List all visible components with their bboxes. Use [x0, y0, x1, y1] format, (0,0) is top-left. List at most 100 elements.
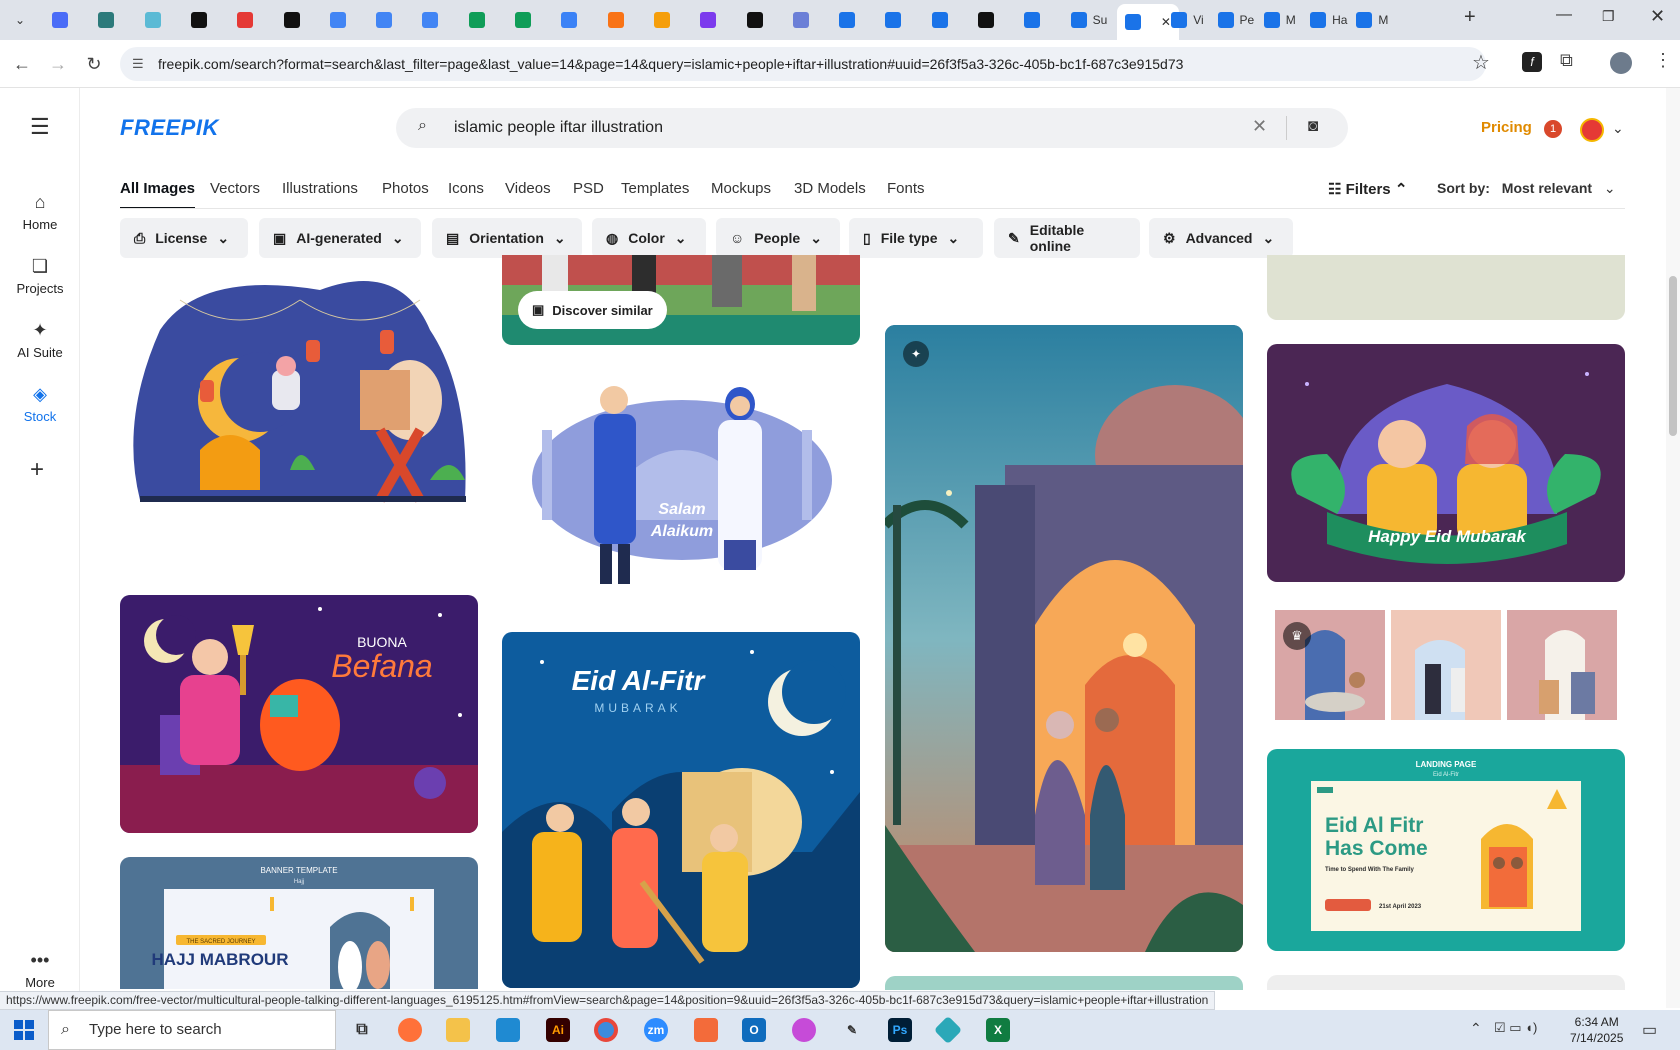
- photoshop-icon[interactable]: Ps: [888, 1018, 912, 1042]
- zoom-icon[interactable]: zm: [644, 1018, 668, 1042]
- browser-tab[interactable]: [831, 6, 869, 34]
- browser-tab[interactable]: Vi: [1163, 6, 1211, 34]
- browser-tab[interactable]: [692, 6, 730, 34]
- browser-tab[interactable]: Su: [1063, 6, 1116, 34]
- browser-tab[interactable]: [276, 6, 314, 34]
- image-card-people-crowd[interactable]: ▣ Discover similar: [502, 255, 860, 345]
- bookmark-star-icon[interactable]: ☆: [1472, 50, 1490, 75]
- notification-center-icon[interactable]: ▭: [1642, 1020, 1657, 1040]
- filter-chip[interactable]: ✎ Editable online: [994, 218, 1140, 258]
- chrome-menu-icon[interactable]: ⋮: [1654, 50, 1672, 71]
- browser-tab[interactable]: [924, 6, 962, 34]
- extension-icon[interactable]: f: [1522, 52, 1542, 72]
- browser-tab[interactable]: [461, 6, 499, 34]
- user-menu-chevron-icon[interactable]: ⌄: [1612, 120, 1624, 137]
- image-card-eid-landing-page[interactable]: LANDING PAGE Eid Al-Fitr Eid Al Fitr Has…: [1267, 749, 1625, 951]
- image-card-beige-partial[interactable]: [1267, 255, 1625, 320]
- browser-tab[interactable]: [322, 6, 360, 34]
- url-field[interactable]: ☰ freepik.com/search?format=search&last_…: [120, 47, 1486, 81]
- image-card-triptych[interactable]: ♛: [1275, 610, 1617, 720]
- extensions-puzzle-icon[interactable]: ⧉: [1560, 50, 1573, 71]
- category-tab[interactable]: Mockups: [711, 180, 771, 197]
- browser-tab[interactable]: [183, 6, 221, 34]
- pen-tool-icon[interactable]: ✎: [840, 1018, 864, 1042]
- back-button[interactable]: ←: [10, 52, 34, 76]
- browser-tab[interactable]: [368, 6, 406, 34]
- site-info-icon[interactable]: ☰: [132, 47, 144, 81]
- sidebar-item-ai-suite[interactable]: ✦ AI Suite: [0, 320, 80, 360]
- discover-similar-button[interactable]: ▣ Discover similar: [518, 291, 667, 329]
- new-tab-button[interactable]: +: [1464, 6, 1476, 29]
- browser-tab[interactable]: [600, 6, 638, 34]
- image-card-happy-eid[interactable]: Happy Eid Mubarak: [1267, 344, 1625, 582]
- page-scrollbar[interactable]: [1666, 88, 1680, 1008]
- app-gradient-icon[interactable]: [792, 1018, 816, 1042]
- browser-tab[interactable]: [1016, 6, 1054, 34]
- profile-avatar[interactable]: [1610, 52, 1632, 74]
- image-card-eid-al-fitr[interactable]: Eid Al-Fitr MUBARAK: [502, 632, 860, 988]
- sidebar-item-home[interactable]: ⌂ Home: [0, 192, 80, 232]
- task-view-icon[interactable]: ⧉: [350, 1018, 374, 1042]
- image-card-befana[interactable]: BUONA Befana: [120, 595, 478, 833]
- chrome-icon[interactable]: [594, 1018, 618, 1042]
- filter-chip[interactable]: ⚙ Advanced ⌄: [1149, 218, 1293, 258]
- browser-tab[interactable]: [970, 6, 1008, 34]
- taskbar-search-input[interactable]: ⌕ Type here to search: [48, 1010, 336, 1050]
- browser-tab[interactable]: [646, 6, 684, 34]
- camera-search-icon[interactable]: ◙: [1308, 116, 1318, 136]
- windows-start-icon[interactable]: [14, 1020, 34, 1040]
- reload-button[interactable]: ↻: [82, 52, 106, 76]
- image-card-ramadan-drum[interactable]: [120, 270, 478, 530]
- pricing-link[interactable]: Pricing: [1481, 119, 1532, 136]
- restore-button[interactable]: ❐: [1602, 8, 1615, 25]
- excel-icon[interactable]: X: [986, 1018, 1010, 1042]
- clear-search-icon[interactable]: ✕: [1252, 116, 1267, 137]
- sidebar-item-stock[interactable]: ◈ Stock: [0, 384, 80, 424]
- tray-chevron-icon[interactable]: ⌃: [1470, 1020, 1482, 1037]
- add-icon[interactable]: +: [30, 456, 44, 484]
- image-card-gray-partial[interactable]: [1267, 975, 1625, 990]
- browser-tab[interactable]: M: [1348, 6, 1396, 34]
- sort-dropdown[interactable]: Sort by: Most relevant ⌄: [1437, 180, 1616, 197]
- category-tab[interactable]: Illustrations: [282, 180, 358, 197]
- browser-tab[interactable]: [553, 6, 591, 34]
- filter-chip[interactable]: ☺ People ⌄: [716, 218, 840, 258]
- filter-chip[interactable]: ▤ Orientation ⌄: [432, 218, 582, 258]
- image-card-hajj-banner[interactable]: BANNER TEMPLATE Hajj THE SACRED JOURNEY …: [120, 857, 478, 989]
- filter-chip[interactable]: ⎙ License ⌄: [120, 218, 248, 258]
- app-orange-icon[interactable]: [694, 1018, 718, 1042]
- filter-chip[interactable]: ▣ AI-generated ⌄: [259, 218, 421, 258]
- outlook-icon[interactable]: O: [742, 1018, 766, 1042]
- search-bar[interactable]: ⌕ islamic people iftar illustration ✕ ◙: [396, 108, 1348, 148]
- image-card-mosque-couple[interactable]: ✦: [885, 325, 1243, 952]
- image-card-teal-partial[interactable]: [885, 976, 1243, 990]
- category-tab[interactable]: 3D Models: [794, 180, 866, 197]
- browser-tab[interactable]: [137, 6, 175, 34]
- browser-tab[interactable]: [507, 6, 545, 34]
- close-window-button[interactable]: ✕: [1650, 6, 1665, 27]
- filter-chip[interactable]: ◍ Color ⌄: [592, 218, 706, 258]
- browser-tab[interactable]: [739, 6, 777, 34]
- image-card-salam-alaikum[interactable]: Salam Alaikum: [502, 370, 860, 595]
- browser-tab[interactable]: M: [1256, 6, 1304, 34]
- filter-chip[interactable]: ▯ File type ⌄: [849, 218, 983, 258]
- firefox-icon[interactable]: [398, 1018, 422, 1042]
- sidebar-item-more[interactable]: ••• More: [0, 950, 80, 990]
- search-input[interactable]: islamic people iftar illustration: [454, 108, 663, 148]
- category-tab[interactable]: Photos: [382, 180, 429, 197]
- vscode-icon[interactable]: [496, 1018, 520, 1042]
- category-tab[interactable]: Templates: [621, 180, 689, 197]
- file-explorer-icon[interactable]: [446, 1018, 470, 1042]
- category-tab[interactable]: Vectors: [210, 180, 260, 197]
- hamburger-menu-icon[interactable]: ☰: [30, 114, 50, 140]
- browser-tab[interactable]: Pe: [1210, 6, 1263, 34]
- filters-toggle[interactable]: ☷ Filters ⌃: [1328, 180, 1407, 198]
- tab-search-button[interactable]: ⌄: [8, 8, 32, 32]
- tray-icons[interactable]: ☑ ▭ ◖): [1494, 1020, 1537, 1036]
- browser-tab[interactable]: [877, 6, 915, 34]
- freepik-logo[interactable]: FREEPIK: [120, 115, 219, 141]
- browser-tab[interactable]: [414, 6, 452, 34]
- minimize-button[interactable]: —: [1556, 6, 1572, 24]
- notification-bell-icon[interactable]: 1: [1544, 120, 1562, 138]
- sidebar-item-projects[interactable]: ❏ Projects: [0, 256, 80, 296]
